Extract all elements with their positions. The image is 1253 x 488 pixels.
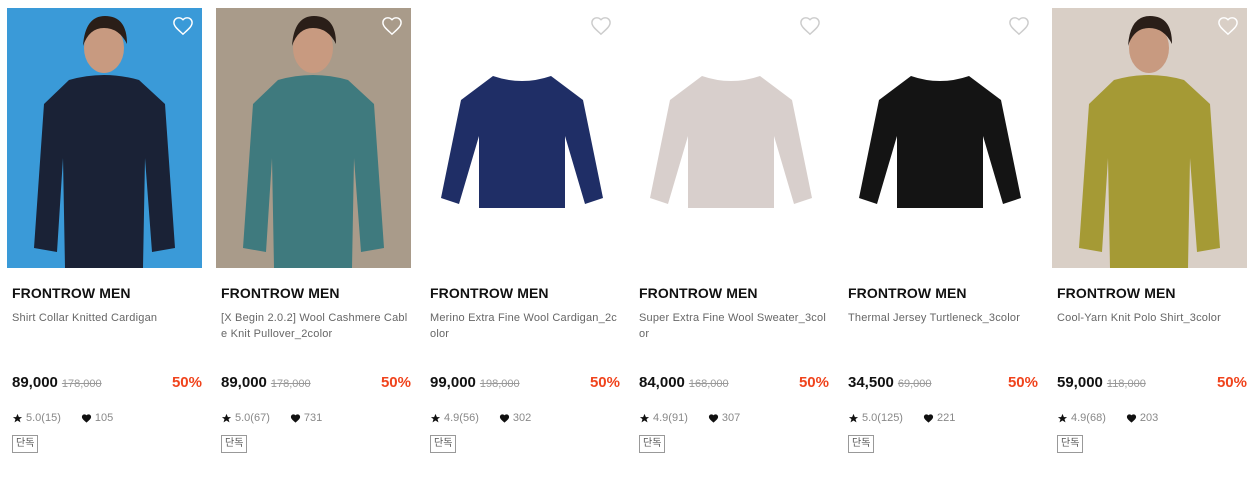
price-row: 89,000 178,000 50% xyxy=(221,374,411,394)
product-photo xyxy=(425,8,620,268)
product-stats: 5.0(15) 105 xyxy=(12,410,202,426)
product-image[interactable] xyxy=(216,8,411,268)
product-photo xyxy=(1052,8,1247,268)
rating-text: 4.9(91) xyxy=(653,412,688,424)
product-image[interactable] xyxy=(425,8,620,268)
like-count: 221 xyxy=(936,412,956,424)
exclusive-badge: 단독 xyxy=(221,435,248,453)
product-stats: 4.9(68) 203 xyxy=(1057,410,1247,426)
discount-rate: 50% xyxy=(589,374,620,391)
product-photo xyxy=(216,8,411,268)
rating-text: 5.0(67) xyxy=(235,412,270,424)
product-brand[interactable]: FRONTROW MEN xyxy=(221,285,411,301)
product-brand[interactable]: FRONTROW MEN xyxy=(12,285,202,301)
price-row: 84,000 168,000 50% xyxy=(639,374,829,394)
product-photo xyxy=(843,8,1038,268)
original-price: 178,000 xyxy=(61,378,102,390)
like-heart-icon xyxy=(923,413,934,423)
product-name[interactable]: Thermal Jersey Turtleneck_3color xyxy=(848,310,1036,354)
price-row: 99,000 198,000 50% xyxy=(430,374,620,394)
star-icon xyxy=(430,413,441,422)
discount-rate: 50% xyxy=(798,374,829,391)
wishlist-heart-icon[interactable] xyxy=(381,16,403,36)
like-count: 105 xyxy=(94,412,114,424)
product-name[interactable]: Super Extra Fine Wool Sweater_3color xyxy=(639,310,827,354)
original-price: 118,000 xyxy=(1106,378,1146,390)
exclusive-badge: 단독 xyxy=(430,435,457,453)
product-name[interactable]: Cool-Yarn Knit Polo Shirt_3color xyxy=(1057,310,1245,354)
like-count: 203 xyxy=(1139,412,1159,424)
exclusive-badge: 단독 xyxy=(12,435,39,453)
product-image[interactable] xyxy=(634,8,829,268)
product-brand[interactable]: FRONTROW MEN xyxy=(848,285,1038,301)
product-card[interactable]: FRONTROW MEN Super Extra Fine Wool Sweat… xyxy=(634,8,829,453)
wishlist-heart-icon[interactable] xyxy=(1008,16,1030,36)
wishlist-heart-icon[interactable] xyxy=(1217,16,1239,36)
product-brand[interactable]: FRONTROW MEN xyxy=(430,285,620,301)
star-icon xyxy=(848,413,859,422)
rating-text: 4.9(68) xyxy=(1071,412,1106,424)
discount-rate: 50% xyxy=(380,374,411,391)
product-card[interactable]: FRONTROW MEN Shirt Collar Knitted Cardig… xyxy=(7,8,202,453)
product-name[interactable]: Shirt Collar Knitted Cardigan xyxy=(12,310,200,354)
original-price: 168,000 xyxy=(688,378,729,390)
like-heart-icon xyxy=(81,413,91,423)
star-icon xyxy=(639,413,650,422)
product-stats: 4.9(91) 307 xyxy=(639,410,829,426)
product-grid: FRONTROW MEN Shirt Collar Knitted Cardig… xyxy=(0,0,1253,488)
product-stats: 5.0(125) 221 xyxy=(848,410,1038,426)
sale-price: 99,000 xyxy=(430,374,476,391)
star-icon xyxy=(221,413,232,422)
rating-text: 5.0(15) xyxy=(26,412,61,424)
like-heart-icon xyxy=(708,413,718,423)
sale-price: 84,000 xyxy=(639,374,685,391)
product-stats: 5.0(67) 731 xyxy=(221,410,411,426)
exclusive-badge: 단독 xyxy=(639,435,666,453)
star-icon xyxy=(12,413,23,422)
sale-price: 34,500 xyxy=(848,374,894,391)
wishlist-heart-icon[interactable] xyxy=(172,16,194,36)
rating-text: 5.0(125) xyxy=(862,412,903,424)
product-name[interactable]: Merino Extra Fine Wool Cardigan_2color xyxy=(430,310,618,354)
like-count: 302 xyxy=(512,412,532,424)
price-row: 89,000 178,000 50% xyxy=(12,374,202,394)
product-stats: 4.9(56) 302 xyxy=(430,410,620,426)
wishlist-heart-icon[interactable] xyxy=(590,16,612,36)
sale-price: 89,000 xyxy=(12,374,58,391)
product-name[interactable]: [X Begin 2.0.2] Wool Cashmere Cable Knit… xyxy=(221,310,409,354)
product-card[interactable]: FRONTROW MEN [X Begin 2.0.2] Wool Cashme… xyxy=(216,8,411,453)
like-heart-icon xyxy=(499,413,509,423)
like-heart-icon xyxy=(290,413,300,423)
product-photo xyxy=(7,8,202,268)
sale-price: 59,000 xyxy=(1057,374,1103,391)
discount-rate: 50% xyxy=(1216,374,1247,391)
original-price: 178,000 xyxy=(270,378,311,390)
wishlist-heart-icon[interactable] xyxy=(799,16,821,36)
product-image[interactable] xyxy=(843,8,1038,268)
product-image[interactable] xyxy=(1052,8,1247,268)
product-card[interactable]: FRONTROW MEN Cool-Yarn Knit Polo Shirt_3… xyxy=(1052,8,1247,453)
like-count: 731 xyxy=(303,412,323,424)
price-row: 34,500 69,000 50% xyxy=(848,374,1038,394)
exclusive-badge: 단독 xyxy=(1057,435,1084,453)
product-brand[interactable]: FRONTROW MEN xyxy=(639,285,829,301)
original-price: 198,000 xyxy=(479,378,520,390)
product-brand[interactable]: FRONTROW MEN xyxy=(1057,285,1247,301)
discount-rate: 50% xyxy=(171,374,202,391)
product-card[interactable]: FRONTROW MEN Merino Extra Fine Wool Card… xyxy=(425,8,620,453)
product-card[interactable]: FRONTROW MEN Thermal Jersey Turtleneck_3… xyxy=(843,8,1038,453)
rating-text: 4.9(56) xyxy=(444,412,479,424)
like-heart-icon xyxy=(1126,413,1136,423)
price-row: 59,000 118,000 50% xyxy=(1057,374,1247,394)
product-image[interactable] xyxy=(7,8,202,268)
discount-rate: 50% xyxy=(1007,374,1038,391)
exclusive-badge: 단독 xyxy=(848,435,875,453)
like-count: 307 xyxy=(721,412,741,424)
product-photo xyxy=(634,8,829,268)
original-price: 69,000 xyxy=(897,378,932,390)
star-icon xyxy=(1057,413,1068,422)
sale-price: 89,000 xyxy=(221,374,267,391)
